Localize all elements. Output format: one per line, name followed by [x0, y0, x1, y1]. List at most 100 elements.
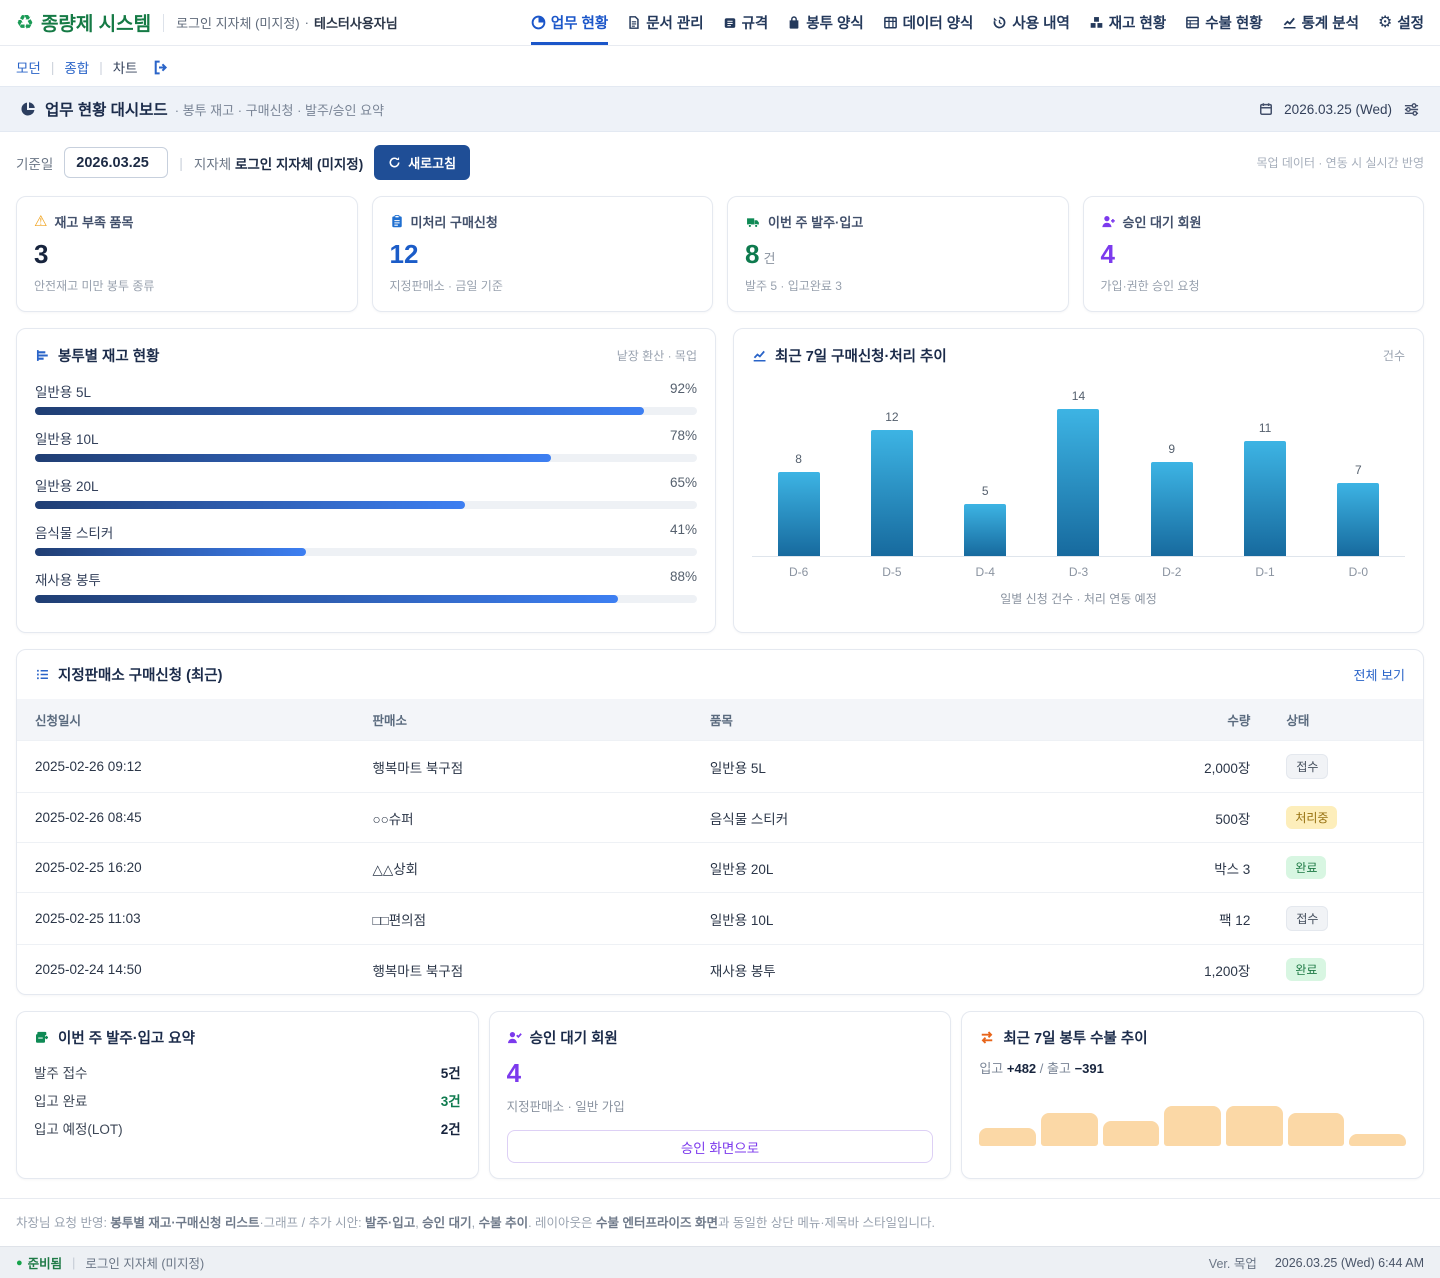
cell-status: 접수: [1268, 893, 1423, 945]
separator: |: [51, 60, 55, 75]
kpi-label: 승인 대기 회원: [1123, 212, 1202, 231]
warning-icon: ⚠: [34, 214, 47, 229]
approval-card-title: 승인 대기 회원: [530, 1027, 618, 1048]
col-datetime: 신청일시: [17, 699, 354, 741]
middle-panels: 봉투별 재고 현황 낱장 환산 · 목업 일반용 5L92% 일반용 10L78…: [0, 312, 1440, 633]
refresh-button[interactable]: 새로고침: [374, 145, 470, 180]
cell-store: 행복마트 북구점: [354, 741, 691, 793]
footnote-text: ,: [415, 1216, 422, 1230]
nav-documents[interactable]: 문서 관리: [627, 0, 703, 45]
bar-value: 8: [795, 452, 802, 466]
page-subtitle: · 봉투 재고 · 구매신청 · 발주/승인 요약: [175, 100, 384, 119]
footnote-text: ·그래프 / 추가 시안:: [260, 1216, 366, 1230]
table-row: 2025-02-26 08:45 ○○슈퍼 음식물 스티커 500장 처리중: [17, 793, 1423, 843]
stock-label: 음식물 스티커: [35, 522, 113, 542]
trend-column: 8: [752, 452, 845, 556]
stock-percent: 88%: [670, 569, 697, 589]
trend-bar: [1057, 409, 1099, 556]
nav-flow-status[interactable]: 수불 현황: [1185, 0, 1262, 45]
x-label: D-4: [939, 565, 1032, 579]
status-badge: 완료: [1286, 856, 1326, 879]
view-switcher: 모던 | 종합 | 차트: [0, 46, 1440, 86]
cell-store: ○○슈퍼: [354, 793, 691, 843]
summary-row: 입고 완료 3건: [34, 1086, 461, 1114]
separator: |: [99, 60, 103, 75]
page-title-bar: 업무 현황 대시보드 · 봉투 재고 · 구매신청 · 발주/승인 요약 202…: [0, 86, 1440, 132]
trend-column: 11: [1218, 421, 1311, 557]
row-value: 3건: [441, 1090, 461, 1110]
app-title: 종량제 시스템: [41, 9, 151, 36]
view-link-chart[interactable]: 차트: [113, 57, 138, 77]
footnote-text: 차장님 요청 반영:: [16, 1216, 110, 1230]
view-all-link[interactable]: 전체 보기: [1354, 665, 1405, 684]
nav-inventory[interactable]: 재고 현황: [1089, 0, 1166, 45]
kpi-value: 4: [1101, 241, 1407, 268]
nav-usage-history[interactable]: 사용 내역: [992, 0, 1069, 45]
nav-work-status[interactable]: 업무 현황: [531, 0, 608, 45]
stock-label: 일반용 5L: [35, 381, 91, 401]
status-badge: 완료: [1286, 958, 1326, 981]
stock-percent: 65%: [670, 475, 697, 495]
ready-status: ● 준비됨: [16, 1253, 62, 1272]
row-label: 입고 완료: [34, 1090, 87, 1110]
order-summary-card: 이번 주 발주·입고 요약 발주 접수5건 입고 완료3건 입고 예정(LOT)…: [16, 1011, 479, 1179]
package-icon: [34, 1030, 50, 1045]
ledger-icon: [1185, 15, 1200, 30]
approval-subtitle: 지정판매소 · 일반 가입: [507, 1096, 934, 1115]
org-label: 지자체: [194, 157, 231, 172]
refresh-icon: [388, 156, 401, 169]
mini-bar: [1164, 1106, 1221, 1146]
trend-bar: [1244, 441, 1286, 557]
clipboard-icon: [390, 214, 404, 229]
org-display: 지자체 로그인 지자체 (미지정): [194, 153, 363, 173]
login-context: 로그인 지자체 (미지정) · 테스터사용자님: [176, 13, 398, 32]
trend-column: 7: [1312, 463, 1405, 557]
footnote-text: 수불 엔터프라이즈 화면: [596, 1216, 718, 1230]
stock-label: 재사용 봉투: [35, 569, 101, 589]
table-row: 2025-02-25 16:20 △△상회 일반용 20L 박스 3 완료: [17, 843, 1423, 893]
nav-data-forms[interactable]: 데이터 양식: [883, 0, 974, 45]
sliders-icon[interactable]: [1403, 101, 1420, 118]
stock-row: 일반용 20L65%: [35, 475, 697, 509]
flow-trend-card: 최근 7일 봉투 수불 추이 입고 +482 / 출고 −391: [961, 1011, 1424, 1179]
app-logo[interactable]: ♻ 종량제 시스템: [16, 9, 151, 36]
trend-bar: [1151, 462, 1193, 557]
order-summary-title: 이번 주 발주·입고 요약: [58, 1027, 195, 1048]
kpi-value: 8건: [745, 241, 1051, 268]
view-link-modern[interactable]: 모던: [16, 57, 41, 77]
nav-bag-forms[interactable]: 봉투 양식: [787, 0, 863, 45]
stock-row: 일반용 10L78%: [35, 428, 697, 462]
cell-datetime: 2025-02-26 09:12: [17, 741, 354, 793]
in-value: +482: [1007, 1061, 1036, 1076]
x-label: D-6: [752, 565, 845, 579]
stock-panel-title: 봉투별 재고 현황: [58, 345, 159, 366]
progress-track: [35, 548, 697, 556]
col-status: 상태: [1268, 699, 1423, 741]
recycle-icon: ♻: [16, 13, 34, 33]
kpi-pending-requests: 미처리 구매신청 12 지정판매소 · 금일 기준: [372, 196, 714, 312]
go-approval-button[interactable]: 승인 화면으로: [507, 1130, 934, 1163]
status-bar: ● 준비됨 | 로그인 지자체 (미지정) Ver. 목업 2026.03.25…: [0, 1246, 1440, 1278]
progress-track: [35, 595, 697, 603]
nav-spec[interactable]: 규격: [723, 0, 769, 45]
stock-percent: 41%: [670, 522, 697, 542]
view-link-combined[interactable]: 종합: [64, 57, 89, 77]
nav-statistics[interactable]: 통계 분석: [1282, 0, 1359, 45]
flow-mini-chart: [979, 1104, 1406, 1146]
col-store: 판매소: [354, 699, 691, 741]
bar-value: 14: [1072, 389, 1085, 403]
progress-fill: [35, 595, 618, 603]
x-label: D-3: [1032, 565, 1125, 579]
footnote-text: 발주·입고: [365, 1216, 415, 1230]
table-row: 2025-02-24 14:50 행복마트 북구점 재사용 봉투 1,200장 …: [17, 945, 1423, 995]
stock-row: 일반용 5L92%: [35, 381, 697, 415]
trend-column: 14: [1032, 389, 1125, 556]
base-date-input[interactable]: [64, 147, 168, 178]
nav-settings[interactable]: ⚙ 설정: [1378, 0, 1424, 45]
kpi-value: 3: [34, 241, 340, 268]
flow-in-out-summary: 입고 +482 / 출고 −391: [979, 1058, 1406, 1077]
kpi-subtitle: 지정판매소 · 금일 기준: [390, 277, 696, 294]
progress-track: [35, 454, 697, 462]
logout-icon[interactable]: [152, 59, 169, 76]
mock-data-note: 목업 데이터 · 연동 시 실시간 반영: [1256, 154, 1424, 171]
